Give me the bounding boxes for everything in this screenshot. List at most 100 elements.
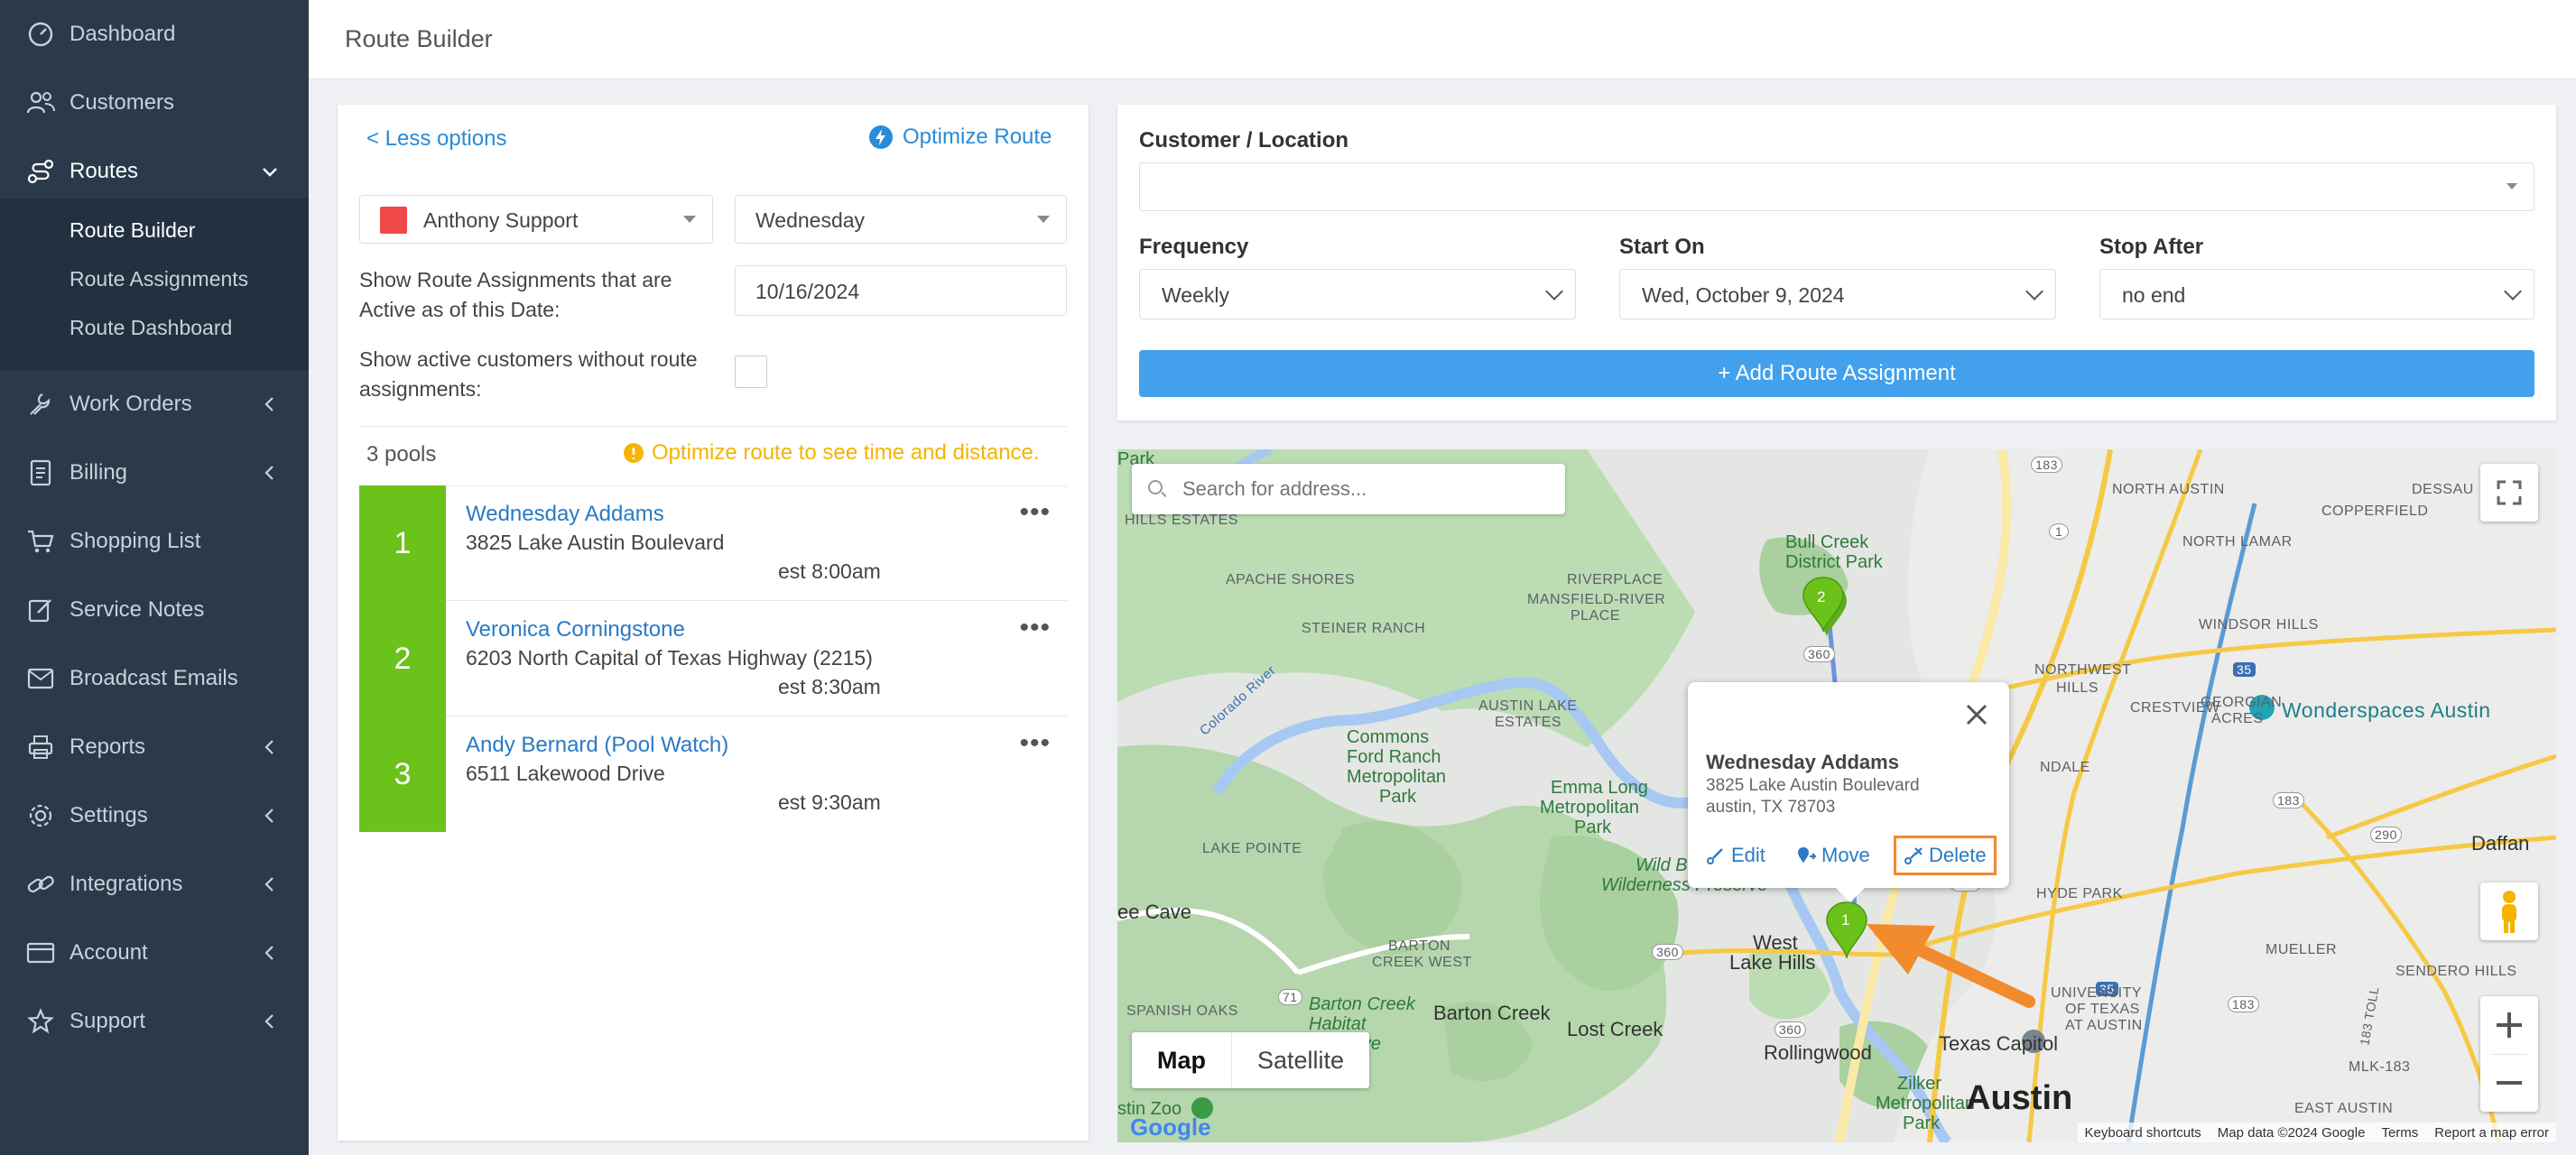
day-value: Wednesday <box>755 208 866 232</box>
map-search-input[interactable] <box>1182 464 1552 514</box>
sidebar-item-work-orders[interactable]: Work Orders <box>0 370 309 439</box>
more-options-icon[interactable]: ••• <box>1019 730 1051 757</box>
add-route-assignment-button[interactable]: + Add Route Assignment <box>1139 350 2534 397</box>
route-map[interactable]: 183 1 360 35 183 290 360 71 35 360 360 1… <box>1117 449 2556 1142</box>
map-type-satellite-button[interactable]: Satellite <box>1232 1032 1369 1088</box>
popup-delete-button[interactable]: Delete <box>1894 836 1997 875</box>
map-label: Texas Capitol <box>1939 1032 2059 1055</box>
sidebar-item-label: Routes <box>69 159 139 183</box>
divider <box>359 426 1067 427</box>
sidebar-item-label: Account <box>69 940 148 965</box>
stop-est-time: est 8:00am <box>778 559 881 583</box>
sidebar-item-broadcast-emails[interactable]: Broadcast Emails <box>0 644 309 713</box>
zoom-out-button[interactable] <box>2480 1054 2538 1112</box>
report-map-error-link[interactable]: Report a map error <box>2434 1125 2549 1141</box>
email-icon <box>25 663 56 694</box>
stop-number: 3 <box>359 716 446 832</box>
sidebar-item-support[interactable]: Support <box>0 987 309 1056</box>
zoom-in-button[interactable] <box>2480 996 2538 1054</box>
map-label: NDALE <box>2040 760 2090 775</box>
map-label: BARTON <box>1388 938 1451 954</box>
map-label: Park <box>1379 787 1417 807</box>
start-on-select[interactable]: Wed, October 9, 2024 <box>1619 269 2056 319</box>
map-label: Commons <box>1347 727 1430 747</box>
map-label: HYDE PARK <box>2036 886 2123 901</box>
highway-shield: 71 <box>1278 989 1302 1005</box>
map-label: OF TEXAS <box>2065 1002 2140 1017</box>
subnav-route-dashboard[interactable]: Route Dashboard <box>69 316 232 340</box>
route-assignment-form: Customer / Location Frequency Weekly Sta… <box>1117 105 2556 420</box>
sidebar-item-billing[interactable]: Billing <box>0 439 309 507</box>
wrench-icon <box>25 389 56 420</box>
start-on-value: Wed, October 9, 2024 <box>1642 283 1845 307</box>
stop-after-value: no end <box>2122 283 2186 307</box>
sidebar-item-shopping-list[interactable]: Shopping List <box>0 507 309 576</box>
subnav-route-builder[interactable]: Route Builder <box>69 218 195 243</box>
popup-move-button[interactable]: Move <box>1796 836 1870 875</box>
stop-after-select[interactable]: no end <box>2099 269 2534 319</box>
technician-select[interactable]: Anthony Support <box>359 195 713 244</box>
stop-number: 1 <box>359 485 446 601</box>
list-item[interactable]: 1 Wednesday Addams 3825 Lake Austin Boul… <box>359 485 1067 601</box>
optimize-hint: Optimize route to see time and distance. <box>623 440 1040 466</box>
map-type-map-button[interactable]: Map <box>1132 1032 1232 1088</box>
active-date-input[interactable]: 10/16/2024 <box>735 265 1067 316</box>
map-label: Rollingwood <box>1764 1041 1872 1064</box>
bolt-icon <box>869 125 893 149</box>
sidebar-item-integrations[interactable]: Integrations <box>0 850 309 919</box>
customer-location-select[interactable] <box>1139 162 2534 211</box>
map-type-control: Map Satellite <box>1132 1032 1370 1088</box>
highway-shield: 35 <box>2233 662 2256 677</box>
map-search-box[interactable] <box>1132 464 1565 514</box>
sidebar-item-reports[interactable]: Reports <box>0 713 309 781</box>
stop-customer-link[interactable]: Wednesday Addams <box>466 502 664 527</box>
popup-edit-button[interactable]: Edit <box>1706 836 1765 875</box>
card-icon <box>25 938 56 968</box>
sidebar-item-routes[interactable]: Routes <box>0 137 309 206</box>
map-label: Lost Creek <box>1567 1018 1663 1040</box>
chevron-left-icon <box>264 877 273 892</box>
chevron-left-icon <box>264 740 273 754</box>
chevron-left-icon <box>264 1014 273 1029</box>
sidebar-item-dashboard[interactable]: Dashboard <box>0 0 309 69</box>
sidebar-item-account[interactable]: Account <box>0 919 309 987</box>
printer-icon <box>25 732 56 762</box>
map-marker-label[interactable]: 1 <box>1841 911 1849 929</box>
optimize-route-button[interactable]: Optimize Route <box>868 125 1052 150</box>
subnav-route-assignments[interactable]: Route Assignments <box>69 267 248 291</box>
day-select[interactable]: Wednesday <box>735 195 1067 244</box>
popup-edit-label: Edit <box>1731 844 1765 866</box>
minus-icon <box>2497 1081 2522 1085</box>
sidebar-item-service-notes[interactable]: Service Notes <box>0 576 309 644</box>
sidebar-item-label: Dashboard <box>69 22 176 46</box>
route-stops-panel: < Less options Optimize Route Anthony Su… <box>338 105 1089 1141</box>
list-item[interactable]: 2 Veronica Corningstone 6203 North Capit… <box>359 601 1067 716</box>
more-options-icon[interactable]: ••• <box>1019 499 1051 526</box>
map-label: APACHE SHORES <box>1226 572 1356 587</box>
marker-info-popup: Wednesday Addams 3825 Lake Austin Boulev… <box>1688 682 2009 902</box>
stop-customer-link[interactable]: Andy Bernard (Pool Watch) <box>466 733 728 758</box>
sidebar-item-label: Settings <box>69 803 148 827</box>
fullscreen-button[interactable] <box>2480 464 2538 522</box>
close-icon[interactable] <box>1964 702 1989 727</box>
route-icon <box>25 156 56 187</box>
less-options-link[interactable]: < Less options <box>366 126 506 152</box>
sidebar-item-label: Reports <box>69 735 146 759</box>
map-marker-label[interactable]: 2 <box>1817 588 1825 606</box>
keyboard-shortcuts-link[interactable]: Keyboard shortcuts <box>2085 1125 2201 1141</box>
sidebar-item-customers[interactable]: Customers <box>0 69 309 137</box>
stop-customer-link[interactable]: Veronica Corningstone <box>466 617 685 642</box>
stop-est-time: est 9:30am <box>778 790 881 814</box>
map-label: AT AUSTIN <box>2065 1018 2143 1033</box>
sidebar-item-settings[interactable]: Settings <box>0 781 309 850</box>
cart-icon <box>25 526 56 557</box>
show-unassigned-checkbox[interactable] <box>735 356 767 388</box>
more-options-icon[interactable]: ••• <box>1019 614 1051 642</box>
frequency-select[interactable]: Weekly <box>1139 269 1576 319</box>
map-label: ACRES <box>2211 711 2264 726</box>
list-item[interactable]: 3 Andy Bernard (Pool Watch) 6511 Lakewoo… <box>359 716 1067 832</box>
street-view-button[interactable] <box>2480 882 2538 940</box>
stop-est-time: est 8:30am <box>778 675 881 698</box>
terms-link[interactable]: Terms <box>2381 1125 2418 1141</box>
map-label: WINDSOR HILLS <box>2199 617 2319 633</box>
